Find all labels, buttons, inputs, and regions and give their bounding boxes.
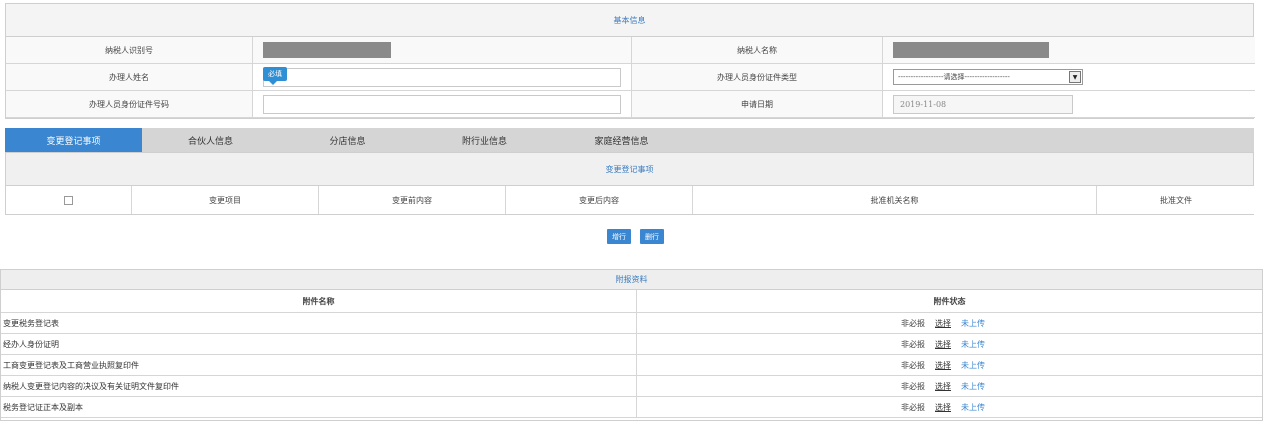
tab-industry[interactable]: 附行业信息	[416, 128, 553, 152]
handler-id-no-input[interactable]	[263, 94, 621, 114]
tab-change-items[interactable]: 变更登记事项	[5, 128, 142, 152]
select-all-cell	[6, 186, 132, 214]
col-after: 变更后内容	[506, 186, 693, 214]
table-row: 纳税人变更登记内容的决议及有关证明文件复印件 非必报 选择 未上传	[1, 376, 1262, 397]
taxpayer-name-masked-value	[893, 42, 1049, 58]
choose-file-link[interactable]: 选择	[935, 318, 951, 329]
attachment-name: 变更税务登记表	[1, 313, 637, 333]
optional-label: 非必报	[901, 381, 925, 391]
dropdown-arrow-icon[interactable]: ▼	[1069, 71, 1081, 83]
optional-label: 非必报	[901, 339, 925, 349]
taxpayer-id-masked-value	[263, 42, 391, 58]
change-items-section: 变更登记事项 变更项目 变更前内容 变更后内容 批准机关名称 批准文件	[5, 152, 1255, 215]
change-items-header: 变更项目 变更前内容 变更后内容 批准机关名称 批准文件	[6, 186, 1255, 214]
col-attachment-status: 附件状态	[637, 290, 1262, 312]
attachment-name: 经办人身份证明	[1, 334, 637, 354]
select-all-checkbox[interactable]	[64, 195, 73, 205]
attachment-name: 纳税人变更登记内容的决议及有关证明文件复印件	[1, 376, 637, 396]
apply-date-input[interactable]: 2019-11-08	[893, 94, 1073, 114]
taxpayer-id-label: 纳税人识别号	[6, 37, 253, 64]
basic-info-title: 基本信息	[6, 4, 1253, 37]
attachments-header: 附件名称 附件状态	[1, 290, 1262, 313]
handler-id-no-label: 办理人员身份证件号码	[6, 91, 253, 118]
attachment-name: 税务登记证正本及副本	[1, 397, 637, 417]
attachments-title: 附报资料	[1, 270, 1262, 290]
table-row: 经办人身份证明 非必报 选择 未上传	[1, 334, 1262, 355]
attachment-status-cell: 非必报 选择 未上传	[637, 355, 1262, 375]
optional-label: 非必报	[901, 318, 925, 328]
upload-status: 未上传	[961, 318, 985, 328]
attachments-section: 附报资料 附件名称 附件状态 变更税务登记表 非必报 选择 未上传 经办人身份证…	[0, 269, 1263, 421]
choose-file-link[interactable]: 选择	[935, 402, 951, 413]
attachment-status-cell: 非必报 选择 未上传	[637, 313, 1262, 333]
table-row: 变更税务登记表 非必报 选择 未上传	[1, 313, 1262, 334]
apply-date-label: 申请日期	[632, 91, 883, 118]
handler-id-no-cell	[253, 91, 632, 118]
upload-status: 未上传	[961, 381, 985, 391]
col-change-item: 变更项目	[132, 186, 319, 214]
basic-info-grid: 纳税人识别号 纳税人名称 办理人姓名 必填 办理人员身份证件类型 -------…	[6, 37, 1255, 118]
upload-status: 未上传	[961, 339, 985, 349]
handler-id-type-cell: ------------------请选择------------------ …	[883, 64, 1255, 91]
optional-label: 非必报	[901, 360, 925, 370]
handler-name-input[interactable]	[263, 67, 621, 87]
handler-id-type-selected: ------------------请选择------------------	[898, 73, 1010, 81]
tab-bar: 变更登记事项 合伙人信息 分店信息 附行业信息 家庭经营信息	[5, 128, 1254, 152]
tab-branches[interactable]: 分店信息	[279, 128, 416, 152]
add-row-button[interactable]: 增行	[607, 229, 631, 244]
optional-label: 非必报	[901, 402, 925, 412]
upload-status: 未上传	[961, 402, 985, 412]
basic-info-section: 基本信息 纳税人识别号 纳税人名称 办理人姓名 必填 办理人员身份证件类型 --…	[5, 3, 1255, 119]
handler-id-type-label: 办理人员身份证件类型	[632, 64, 883, 91]
change-items-title: 变更登记事项	[6, 153, 1253, 186]
table-row: 税务登记证正本及副本 非必报 选择 未上传	[1, 397, 1262, 418]
delete-row-button[interactable]: 删行	[640, 229, 664, 244]
apply-date-cell: 2019-11-08	[883, 91, 1255, 118]
col-approval-doc: 批准文件	[1097, 186, 1255, 214]
tab-partners[interactable]: 合伙人信息	[142, 128, 279, 152]
attachment-name: 工商变更登记表及工商营业执照复印件	[1, 355, 637, 375]
upload-status: 未上传	[961, 360, 985, 370]
handler-name-label: 办理人姓名	[6, 64, 253, 91]
table-row: 工商变更登记表及工商营业执照复印件 非必报 选择 未上传	[1, 355, 1262, 376]
taxpayer-name-label: 纳税人名称	[632, 37, 883, 64]
col-before: 变更前内容	[319, 186, 506, 214]
required-tooltip: 必填	[263, 67, 287, 85]
choose-file-link[interactable]: 选择	[935, 339, 951, 350]
taxpayer-name-cell	[883, 37, 1255, 64]
col-authority: 批准机关名称	[693, 186, 1097, 214]
handler-name-cell: 必填	[253, 64, 632, 91]
row-actions: 增行 删行	[607, 229, 664, 244]
choose-file-link[interactable]: 选择	[935, 360, 951, 371]
tab-family-business[interactable]: 家庭经营信息	[553, 128, 690, 152]
col-attachment-name: 附件名称	[1, 290, 637, 312]
taxpayer-id-cell	[253, 37, 632, 64]
attachment-status-cell: 非必报 选择 未上传	[637, 397, 1262, 417]
attachment-status-cell: 非必报 选择 未上传	[637, 334, 1262, 354]
choose-file-link[interactable]: 选择	[935, 381, 951, 392]
attachment-status-cell: 非必报 选择 未上传	[637, 376, 1262, 396]
handler-id-type-select[interactable]: ------------------请选择------------------ …	[893, 69, 1083, 85]
